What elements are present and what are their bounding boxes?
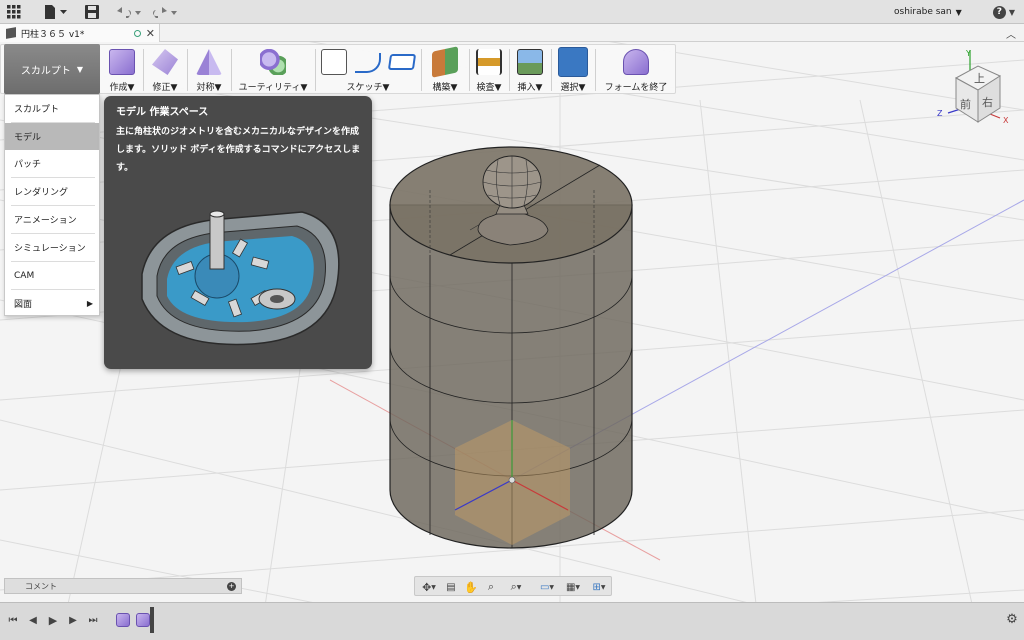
document-title: 円柱３６５ v1* <box>21 29 85 40</box>
timeline-first-icon[interactable]: ⏮ <box>6 613 20 627</box>
inspect-menu-label: 検査▼ <box>476 83 502 93</box>
add-comment-icon[interactable]: + <box>227 582 236 591</box>
viewports-icon[interactable]: ⊞ ▼ <box>587 579 611 595</box>
timeline-feature-form-1[interactable] <box>116 613 130 627</box>
document-tab[interactable]: 円柱３６５ v1* ✕ <box>0 24 160 42</box>
pan-hand-icon[interactable]: ✋ <box>463 579 479 595</box>
chevron-down-icon: ▼ <box>76 64 84 74</box>
workspace-dropdown-menu: スカルプト モデル パッチ レンダリング アニメーション シミュレーション CA… <box>4 94 100 316</box>
menu-item-patch[interactable]: パッチ <box>5 150 99 177</box>
sketch-spline-icon <box>355 53 381 73</box>
utility-menu[interactable]: ユーティリティ▼ <box>233 45 313 95</box>
menu-item-animation[interactable]: アニメーション <box>5 206 99 233</box>
view-cube[interactable]: 上 前 右 Y Z X <box>930 48 1024 128</box>
viewcube-right-label[interactable]: 右 <box>982 95 993 109</box>
inspect-menu[interactable]: 検査▼ <box>471 45 507 95</box>
timeline-bar: ⏮ ◀ ▶ ▶ ⏭ ⚙ <box>0 602 1024 640</box>
finish-form-button[interactable]: フォームを終了 <box>597 45 675 95</box>
timeline-play-icon[interactable]: ▶ <box>46 613 60 627</box>
symmetry-menu-label: 対称▼ <box>196 83 222 93</box>
timeline-last-icon[interactable]: ⏭ <box>86 613 100 627</box>
document-cube-icon <box>6 27 16 39</box>
tooltip-title: モデル 作業スペース <box>116 107 209 118</box>
redo-icon[interactable] <box>150 4 180 20</box>
insert-menu[interactable]: 挿入▼ <box>511 45 549 95</box>
chevron-down-icon: ▼ <box>1008 7 1016 17</box>
select-arrow-icon <box>558 47 588 77</box>
workspace-label: スカルプト <box>20 65 71 77</box>
look-at-icon[interactable]: ▤ <box>443 579 459 595</box>
utility-menu-label: ユーティリティ▼ <box>238 83 308 93</box>
workspace-tooltip: モデル 作業スペース 主に角柱状のジオメトリを含むメカニカルなデザインを作成しま… <box>104 96 372 369</box>
axis-y-label: Y <box>965 49 971 58</box>
application-bar: oshirabe san ▼ ? ▼ <box>0 0 1024 24</box>
save-icon[interactable] <box>84 4 100 20</box>
menu-item-cam[interactable]: CAM <box>5 262 99 289</box>
close-icon[interactable]: ✕ <box>146 27 155 40</box>
symmetry-icon <box>196 49 222 75</box>
sketch-create-icon <box>321 49 347 75</box>
user-name: oshirabe san <box>894 7 952 17</box>
menu-item-simulation[interactable]: シミュレーション <box>5 234 99 261</box>
display-settings-icon[interactable]: ▭ ▼ <box>535 579 559 595</box>
utility-icon <box>260 49 286 75</box>
sketch-rectangle-icon <box>387 54 417 70</box>
help-icon: ? <box>992 5 1006 19</box>
undo-icon[interactable] <box>114 4 144 20</box>
fit-zoom-icon[interactable]: ⌕ ▼ <box>503 579 529 595</box>
sketch-menu-label: スケッチ▼ <box>346 83 390 93</box>
select-menu[interactable]: 選択▼ <box>553 45 593 95</box>
submenu-arrow-icon: ▶ <box>86 299 93 308</box>
menu-item-model[interactable]: モデル <box>5 123 99 150</box>
menu-item-render[interactable]: レンダリング <box>5 178 99 205</box>
tooltip-description: 主に角柱状のジオメトリを含むメカニカルなデザインを作成します。ソリッド ボディを… <box>116 127 361 173</box>
create-menu-label: 作成▼ <box>109 83 135 93</box>
viewcube-top-label[interactable]: 上 <box>974 72 985 85</box>
grid-settings-icon[interactable]: ▦ ▼ <box>561 579 585 595</box>
symmetry-menu[interactable]: 対称▼ <box>189 45 229 95</box>
comments-panel[interactable]: コメント + <box>4 578 242 594</box>
timeline-marker[interactable] <box>150 607 154 633</box>
navigation-toolbar: ✥ ▼ ▤ ✋ ⌕ ⌕ ▼ ▭ ▼ ▦ ▼ ⊞ ▼ <box>414 576 612 596</box>
insert-menu-label: 挿入▼ <box>517 83 543 93</box>
collapse-chevron-icon[interactable]: ︿ <box>1004 26 1018 41</box>
zoom-icon[interactable]: ⌕ <box>483 579 499 595</box>
menu-item-sculpt[interactable]: スカルプト <box>5 95 99 122</box>
tab-status-icon <box>133 29 141 37</box>
menu-item-drawing[interactable]: 図面 ▶ <box>5 290 99 317</box>
data-panel-grid-icon[interactable] <box>6 4 22 20</box>
sketch-menu[interactable]: スケッチ▼ <box>317 45 419 95</box>
create-menu[interactable]: 作成▼ <box>103 45 141 95</box>
user-menu[interactable]: oshirabe san ▼ <box>894 4 976 20</box>
finish-form-icon <box>623 49 649 75</box>
orbit-icon[interactable]: ✥ ▼ <box>417 579 441 595</box>
chevron-down-icon: ▼ <box>955 7 962 17</box>
timeline-settings-gear-icon[interactable]: ⚙ <box>1004 611 1020 627</box>
measure-icon <box>476 49 502 75</box>
timeline-prev-icon[interactable]: ◀ <box>26 613 40 627</box>
file-menu-icon[interactable] <box>42 4 70 20</box>
gearbox-preview-image <box>141 210 340 346</box>
timeline-feature-form-2[interactable] <box>136 613 150 627</box>
finish-form-label: フォームを終了 <box>604 83 668 93</box>
axis-x-label: X <box>1003 116 1009 125</box>
workspace-switcher-button[interactable]: スカルプト ▼ <box>4 44 100 94</box>
select-menu-label: 選択▼ <box>560 83 586 93</box>
create-box-icon <box>109 49 135 75</box>
help-button[interactable]: ? ▼ <box>990 4 1018 20</box>
axis-z-label: Z <box>937 109 943 118</box>
viewcube-front-label[interactable]: 前 <box>960 97 971 111</box>
comments-label: コメント <box>25 581 57 591</box>
insert-image-icon <box>517 49 543 75</box>
construct-menu[interactable]: 構築▼ <box>423 45 467 95</box>
menu-item-drawing-label: 図面 <box>14 300 33 310</box>
modify-icon <box>152 49 178 75</box>
toolbar-ribbon: 作成▼ 修正▼ 対称▼ ユーティリティ▼ スケッチ▼ 構築▼ 検査▼ 挿入▼ 選… <box>0 44 676 94</box>
construct-menu-label: 構築▼ <box>432 83 458 93</box>
timeline-next-icon[interactable]: ▶ <box>66 613 80 627</box>
modify-menu[interactable]: 修正▼ <box>145 45 185 95</box>
modify-menu-label: 修正▼ <box>152 83 178 93</box>
construct-plane-icon <box>432 46 458 78</box>
